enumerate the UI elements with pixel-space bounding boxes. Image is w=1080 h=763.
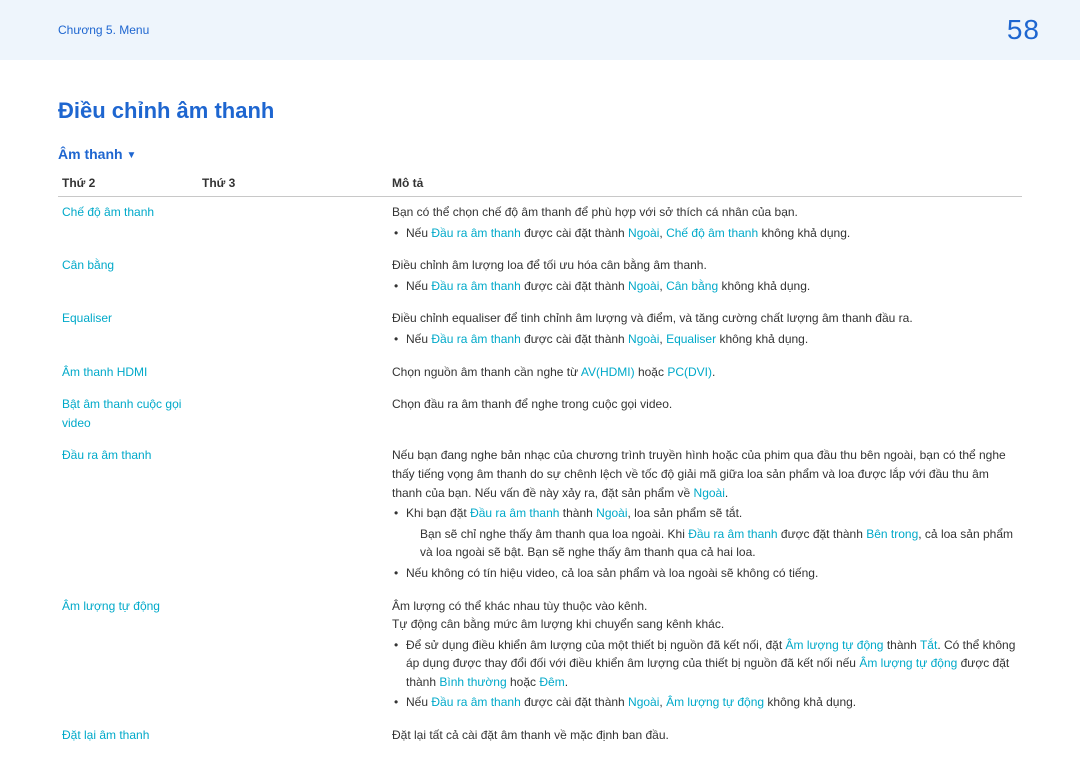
note-item: Nếu Đầu ra âm thanh được cài đặt thành N… bbox=[392, 277, 1018, 296]
note-item: Khi bạn đặt Đầu ra âm thanh thành Ngoài,… bbox=[392, 504, 1018, 562]
desc-text: Điều chỉnh âm lượng loa để tối ưu hóa câ… bbox=[392, 258, 707, 272]
row-hdmi-sound: Âm thanh HDMI Chọn nguồn âm thanh cần ng… bbox=[58, 357, 1022, 390]
menu-item-sound-output: Đầu ra âm thanh bbox=[62, 448, 151, 462]
row-sound-mode: Chế độ âm thanh Bạn có thể chọn chế độ â… bbox=[58, 197, 1022, 251]
menu-item-balance: Cân bằng bbox=[62, 258, 114, 272]
desc-text: Âm lượng có thể khác nhau tùy thuộc vào … bbox=[392, 597, 1018, 616]
section-title: Điều chỉnh âm thanh bbox=[58, 98, 1022, 124]
col-header-1: Thứ 2 bbox=[58, 170, 198, 197]
content-area: Điều chỉnh âm thanh Âm thanh ▼ Thứ 2 Thứ… bbox=[0, 60, 1080, 753]
row-balance: Cân bằng Điều chỉnh âm lượng loa để tối … bbox=[58, 250, 1022, 303]
desc-text: Bạn có thể chọn chế độ âm thanh để phù h… bbox=[392, 205, 798, 219]
desc-text: Tự động cân bằng mức âm lượng khi chuyển… bbox=[392, 615, 1018, 634]
menu-item-equaliser: Equaliser bbox=[62, 311, 112, 325]
note-item: Nếu Đầu ra âm thanh được cài đặt thành N… bbox=[392, 224, 1018, 243]
menu-item-video-call-sound-l1: Bật âm thanh cuộc gọi bbox=[62, 397, 181, 411]
note-item: Để sử dụng điều khiển âm lượng của một t… bbox=[392, 636, 1018, 692]
note-item: Nếu Đầu ra âm thanh được cài đặt thành N… bbox=[392, 330, 1018, 349]
row-sound-output: Đầu ra âm thanh Nếu bạn đang nghe bản nh… bbox=[58, 440, 1022, 590]
desc-text: Đặt lại tất cả cài đặt âm thanh về mặc đ… bbox=[392, 728, 669, 742]
row-video-call-sound: Bật âm thanh cuộc gọi video Chọn đầu ra … bbox=[58, 389, 1022, 440]
sound-settings-table: Thứ 2 Thứ 3 Mô tả Chế độ âm thanh Bạn có… bbox=[58, 170, 1022, 753]
menu-item-reset-sound: Đặt lại âm thanh bbox=[62, 728, 149, 742]
menu-item-hdmi-sound: Âm thanh HDMI bbox=[62, 365, 147, 379]
menu-item-video-call-sound-l2: video bbox=[62, 416, 91, 430]
desc-text: Chọn đầu ra âm thanh để nghe trong cuộc … bbox=[392, 397, 672, 411]
page-header: Chương 5. Menu 58 bbox=[0, 0, 1080, 60]
menu-item-auto-volume: Âm lượng tự động bbox=[62, 599, 160, 613]
col-header-3: Mô tả bbox=[388, 170, 1022, 197]
row-equaliser: Equaliser Điều chỉnh equaliser để tinh c… bbox=[58, 303, 1022, 356]
row-auto-volume: Âm lượng tự động Âm lượng có thể khác nh… bbox=[58, 591, 1022, 721]
desc-text: Điều chỉnh equaliser để tinh chỉnh âm lư… bbox=[392, 311, 913, 325]
chevron-down-icon: ▼ bbox=[126, 150, 136, 161]
note-subtext: Bạn sẽ chỉ nghe thấy âm thanh qua loa ng… bbox=[406, 525, 1018, 562]
table-header-row: Thứ 2 Thứ 3 Mô tả bbox=[58, 170, 1022, 197]
note-item: Nếu không có tín hiệu video, cả loa sản … bbox=[392, 564, 1018, 583]
subsection-heading: Âm thanh ▼ bbox=[58, 146, 1022, 162]
subsection-label: Âm thanh bbox=[58, 146, 123, 162]
page-number: 58 bbox=[1007, 14, 1040, 46]
menu-item-sound-mode: Chế độ âm thanh bbox=[62, 205, 154, 219]
row-reset-sound: Đặt lại âm thanh Đặt lại tất cả cài đặt … bbox=[58, 720, 1022, 753]
col-header-2: Thứ 3 bbox=[198, 170, 388, 197]
chapter-label: Chương 5. Menu bbox=[58, 23, 149, 37]
note-item: Nếu Đầu ra âm thanh được cài đặt thành N… bbox=[392, 693, 1018, 712]
